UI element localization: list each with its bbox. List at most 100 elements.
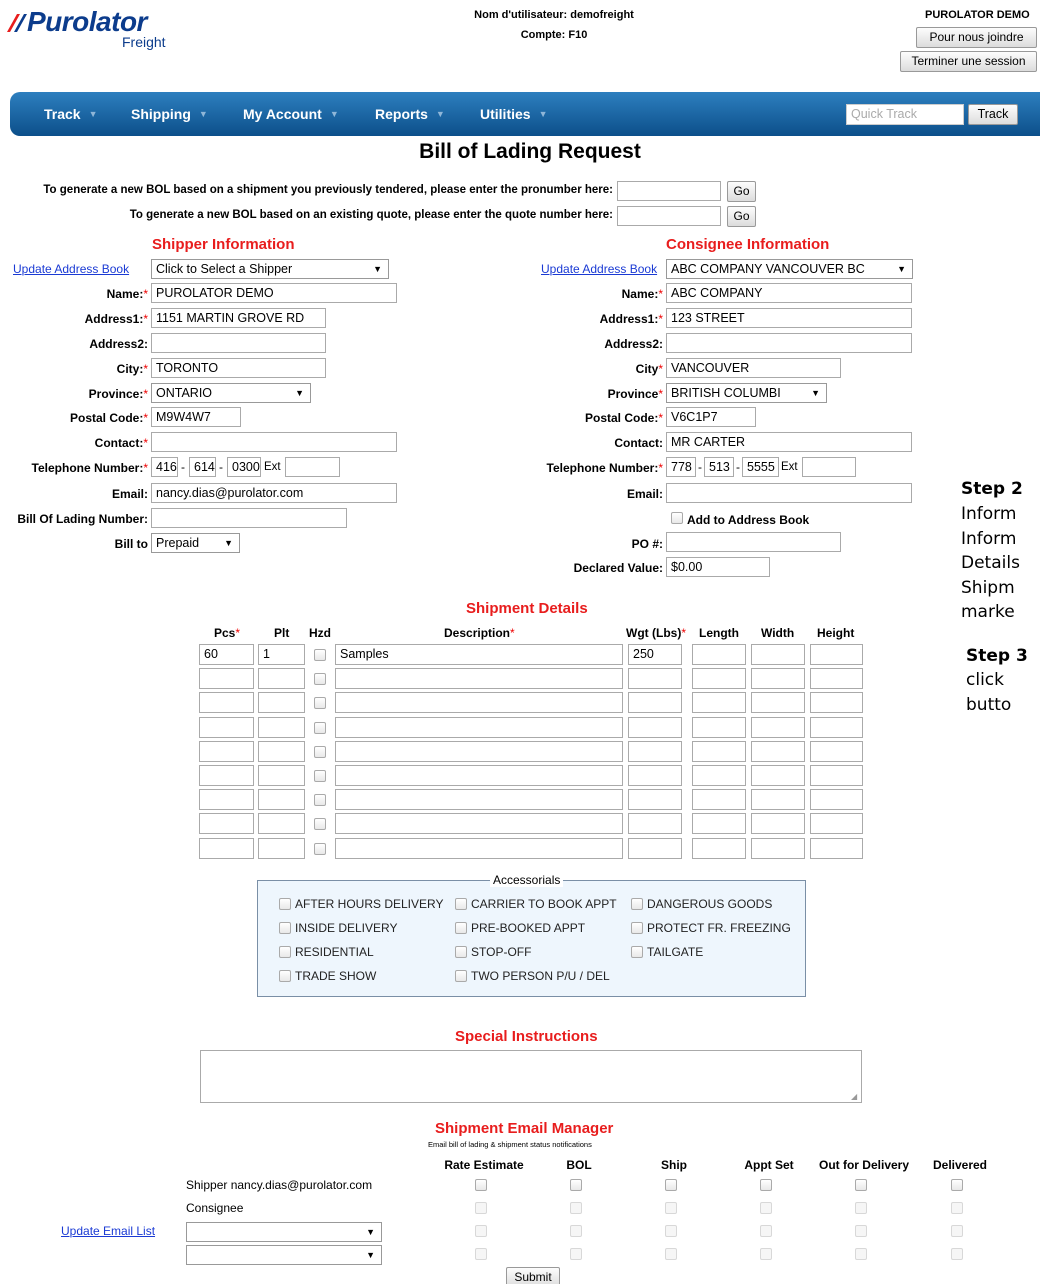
email-notify-checkbox[interactable] (570, 1179, 582, 1191)
accessorial-checkbox[interactable] (631, 946, 643, 958)
width-input[interactable] (751, 813, 805, 835)
height-input[interactable] (810, 765, 863, 786)
height-input[interactable] (810, 644, 863, 665)
weight-input[interactable]: 250 (628, 644, 682, 665)
pcs-input[interactable]: 60 (199, 644, 254, 665)
email-notify-checkbox[interactable] (475, 1202, 487, 1214)
accessorial-checkbox[interactable] (279, 898, 291, 910)
accessorial-checkbox[interactable] (455, 970, 467, 982)
weight-input[interactable] (628, 692, 682, 714)
height-input[interactable] (810, 813, 863, 835)
length-input[interactable] (692, 837, 746, 859)
hazardous-checkbox[interactable] (314, 842, 326, 855)
email-notify-checkbox[interactable] (855, 1248, 867, 1260)
width-input[interactable] (751, 740, 805, 762)
hazardous-checkbox[interactable] (314, 649, 326, 661)
consignee-postal-input[interactable]: V6C1P7 (666, 407, 756, 427)
plt-input[interactable] (258, 837, 305, 859)
pcs-input[interactable] (199, 668, 254, 690)
description-input[interactable] (335, 789, 623, 811)
nav-track[interactable]: Track ▼ (44, 106, 98, 122)
hazardous-checkbox[interactable] (314, 697, 326, 710)
plt-input[interactable] (258, 692, 305, 714)
email-notify-checkbox[interactable] (665, 1202, 677, 1214)
weight-input[interactable] (628, 668, 682, 690)
email-notify-checkbox[interactable] (570, 1248, 582, 1260)
logout-button[interactable]: Terminer une session (900, 51, 1037, 72)
plt-input[interactable] (258, 789, 305, 811)
email-notify-checkbox[interactable] (760, 1179, 772, 1191)
consignee-phone-prefix[interactable]: 513 (704, 457, 734, 477)
description-input[interactable] (335, 692, 623, 714)
shipper-phone-line[interactable]: 0300 (227, 457, 261, 477)
plt-input[interactable]: 1 (258, 644, 305, 665)
submit-button[interactable]: Submit (506, 1267, 560, 1284)
weight-input[interactable] (628, 813, 682, 835)
height-input[interactable] (810, 716, 863, 738)
plt-input[interactable] (258, 716, 305, 738)
consignee-update-address-link[interactable]: Update Address Book (541, 262, 657, 276)
width-input[interactable] (751, 668, 805, 690)
height-input[interactable] (810, 837, 863, 859)
consignee-address2-input[interactable] (666, 333, 912, 353)
declared-value-input[interactable]: $0.00 (666, 557, 770, 577)
billto-select[interactable]: Prepaid ▼ (151, 533, 240, 553)
pcs-input[interactable] (199, 765, 254, 786)
pcs-input[interactable] (199, 837, 254, 859)
accessorial-checkbox[interactable] (279, 922, 291, 934)
plt-input[interactable] (258, 668, 305, 690)
length-input[interactable] (692, 740, 746, 762)
consignee-email-input[interactable] (666, 483, 912, 503)
description-input[interactable] (335, 740, 623, 762)
weight-input[interactable] (628, 789, 682, 811)
po-input[interactable] (666, 532, 841, 552)
description-input[interactable] (335, 765, 623, 786)
consignee-name-input[interactable]: ABC COMPANY (666, 283, 912, 303)
consignee-ext-input[interactable] (802, 457, 856, 477)
nav-utilities[interactable]: Utilities ▼ (480, 106, 548, 122)
pcs-input[interactable] (199, 716, 254, 738)
length-input[interactable] (692, 692, 746, 714)
accessorial-checkbox[interactable] (279, 970, 291, 982)
email-notify-checkbox[interactable] (665, 1179, 677, 1191)
weight-input[interactable] (628, 765, 682, 786)
height-input[interactable] (810, 692, 863, 714)
hazardous-checkbox[interactable] (314, 721, 326, 734)
accessorial-checkbox[interactable] (279, 946, 291, 958)
description-input[interactable]: Samples (335, 644, 623, 665)
consignee-phone-line[interactable]: 5555 (742, 457, 779, 477)
weight-input[interactable] (628, 740, 682, 762)
length-input[interactable] (692, 765, 746, 786)
hazardous-checkbox[interactable] (314, 818, 326, 831)
email-notify-checkbox[interactable] (951, 1225, 963, 1237)
shipper-address2-input[interactable] (151, 333, 326, 353)
bol-number-input[interactable] (151, 508, 347, 528)
hazardous-checkbox[interactable] (314, 745, 326, 758)
shipper-ext-input[interactable] (285, 457, 340, 477)
consignee-province-select[interactable]: BRITISH COLUMBI ▼ (666, 383, 827, 403)
pcs-input[interactable] (199, 692, 254, 714)
contact-us-button[interactable]: Pour nous joindre (916, 27, 1037, 48)
hazardous-checkbox[interactable] (314, 770, 326, 782)
accessorial-checkbox[interactable] (455, 898, 467, 910)
email-notify-checkbox[interactable] (855, 1225, 867, 1237)
plt-input[interactable] (258, 765, 305, 786)
width-input[interactable] (751, 765, 805, 786)
shipper-contact-input[interactable] (151, 432, 397, 452)
shipper-email-input[interactable]: nancy.dias@purolator.com (151, 483, 397, 503)
nav-reports[interactable]: Reports ▼ (375, 106, 445, 122)
shipper-update-address-link[interactable]: Update Address Book (13, 262, 129, 276)
length-input[interactable] (692, 789, 746, 811)
description-input[interactable] (335, 668, 623, 690)
width-input[interactable] (751, 716, 805, 738)
shipper-select[interactable]: Click to Select a Shipper ▼ (151, 259, 389, 279)
length-input[interactable] (692, 668, 746, 690)
email-recipient-select-1[interactable]: ▼ (186, 1222, 382, 1242)
hazardous-checkbox[interactable] (314, 673, 326, 686)
nav-shipping[interactable]: Shipping ▼ (131, 106, 208, 122)
pcs-input[interactable] (199, 789, 254, 811)
consignee-address1-input[interactable]: 123 STREET (666, 308, 912, 328)
width-input[interactable] (751, 789, 805, 811)
email-notify-checkbox[interactable] (475, 1225, 487, 1237)
email-notify-checkbox[interactable] (665, 1225, 677, 1237)
